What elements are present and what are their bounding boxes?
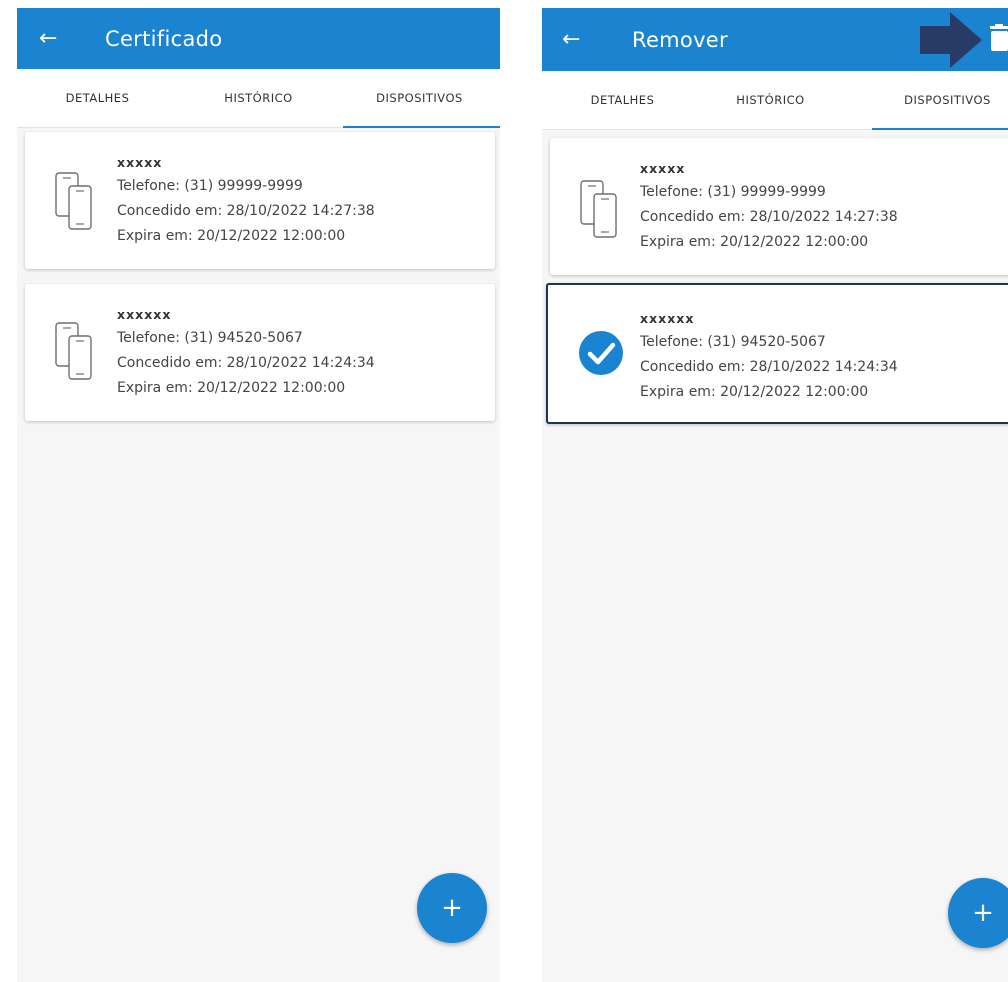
phones-icon	[55, 322, 92, 380]
tab-dispositivos[interactable]: DISPOSITIVOS	[867, 71, 1008, 129]
device-granted: Concedido em: 28/10/2022 14:24:34	[640, 359, 898, 375]
device-phone: Telefone: (31) 99999-9999	[640, 184, 826, 200]
device-card[interactable]: xxxxx Telefone: (31) 99999-9999 Concedid…	[550, 138, 1008, 275]
arrow-left-icon[interactable]: ←	[562, 8, 580, 71]
device-name: xxxxx	[640, 161, 686, 176]
phones-icon	[580, 180, 617, 238]
tab-indicator	[872, 128, 1008, 130]
device-name: xxxxxx	[640, 311, 695, 326]
device-card[interactable]: xxxxx Telefone: (31) 99999-9999 Concedid…	[25, 132, 495, 269]
trash-icon[interactable]	[989, 24, 1008, 52]
device-expires: Expira em: 20/12/2022 12:00:00	[640, 384, 869, 400]
device-granted: Concedido em: 28/10/2022 14:27:38	[640, 209, 898, 225]
tab-historico[interactable]: HISTÓRICO	[178, 69, 339, 127]
app-bar: ← Certificado	[17, 8, 500, 69]
add-device-button[interactable]: +	[948, 878, 1008, 948]
add-device-button[interactable]: +	[417, 873, 487, 943]
tab-dispositivos[interactable]: DISPOSITIVOS	[339, 69, 500, 127]
page-title: Remover	[632, 27, 728, 52]
tab-detalhes[interactable]: DETALHES	[542, 71, 703, 129]
arrow-left-icon[interactable]: ←	[39, 8, 57, 69]
tab-bar: DETALHES HISTÓRICO DISPOSITIVOS	[17, 69, 500, 128]
device-name: xxxxxx	[117, 307, 172, 322]
screen-certificado: ← Certificado DETALHES HISTÓRICO DISPOSI…	[17, 8, 500, 982]
tab-indicator	[343, 126, 500, 128]
tab-historico[interactable]: HISTÓRICO	[690, 71, 851, 129]
device-expires: Expira em: 20/12/2022 12:00:00	[117, 228, 346, 244]
device-phone: Telefone: (31) 94520-5067	[117, 330, 303, 346]
tab-detalhes[interactable]: DETALHES	[17, 69, 178, 127]
device-granted: Concedido em: 28/10/2022 14:24:34	[117, 355, 375, 371]
device-phone: Telefone: (31) 94520-5067	[640, 334, 826, 350]
device-expires: Expira em: 20/12/2022 12:00:00	[640, 234, 869, 250]
device-name: xxxxx	[117, 155, 163, 170]
device-phone: Telefone: (31) 99999-9999	[117, 178, 303, 194]
device-granted: Concedido em: 28/10/2022 14:27:38	[117, 203, 375, 219]
device-card[interactable]: xxxxxx Telefone: (31) 94520-5067 Concedi…	[25, 284, 495, 421]
page-title: Certificado	[105, 26, 223, 51]
plus-icon: +	[972, 898, 994, 928]
app-bar: ← Remover	[542, 8, 1008, 71]
screen-remover: ← Remover DETALHES HISTÓRICO DISPOSITIVO…	[542, 8, 1008, 982]
device-expires: Expira em: 20/12/2022 12:00:00	[117, 380, 346, 396]
annotation-arrow-icon	[920, 12, 982, 68]
phones-icon	[55, 172, 92, 230]
check-circle-icon	[579, 331, 623, 375]
device-card-selected[interactable]: xxxxxx Telefone: (31) 94520-5067 Concedi…	[546, 283, 1008, 424]
plus-icon: +	[441, 893, 463, 923]
tab-bar: DETALHES HISTÓRICO DISPOSITIVOS	[542, 71, 1008, 130]
